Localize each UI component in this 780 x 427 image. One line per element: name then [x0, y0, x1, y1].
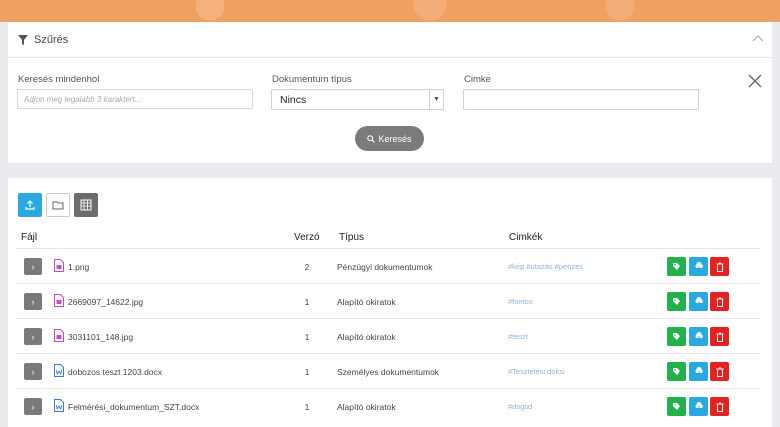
doctype-value: Nincs [280, 94, 307, 106]
trash-icon [716, 332, 723, 342]
tag-button[interactable] [667, 257, 686, 276]
tag-button[interactable] [667, 397, 686, 416]
tag-icon [673, 403, 680, 410]
table-row: › 3031101_148.jpg 1 Alapító okiratok #te… [8, 319, 772, 354]
file-version: 1 [304, 367, 310, 377]
cloud-download-icon [694, 402, 703, 411]
file-tags[interactable]: #teszt [508, 332, 528, 341]
cloud-download-icon [694, 332, 703, 341]
file-version: 1 [304, 402, 310, 412]
document-list: Fájl Verzó Típus Cimkék › 1.png 2 Pénzüg… [8, 178, 772, 427]
upload-icon [25, 200, 35, 210]
file-tags[interactable]: #kép #utazás #pénzes [508, 262, 583, 271]
tag-icon [673, 368, 680, 375]
tag-label: Cimke [464, 74, 491, 85]
top-banner [0, 0, 780, 22]
download-button[interactable] [689, 397, 708, 416]
search-button-label: Keresés [378, 133, 412, 144]
table-row: › Felmérési_dokumentum_SZT.docx 1 Alapít… [8, 389, 772, 424]
tag-icon [673, 263, 680, 270]
trash-icon [716, 262, 723, 272]
tag-input[interactable] [463, 89, 699, 110]
search-icon [367, 134, 376, 143]
search-input[interactable]: Adjon meg legalább 3 karaktert... [17, 89, 253, 109]
file-type: Alapító okiratok [337, 402, 396, 412]
file-name[interactable]: dobozos teszt 1203.docx [68, 367, 162, 377]
table-view-button[interactable] [74, 193, 98, 217]
file-version: 2 [304, 262, 310, 272]
folder-icon [52, 201, 64, 210]
delete-button[interactable] [710, 257, 729, 276]
file-type: Pénzügyi dokumentumok [337, 262, 433, 272]
doctype-select[interactable]: Nincs ▼ [271, 89, 444, 110]
delete-button[interactable] [710, 327, 729, 346]
table-row: › 2669097_14622.jpg 1 Alapító okiratok #… [8, 284, 772, 319]
trash-icon [716, 297, 723, 307]
file-version: 1 [304, 332, 310, 342]
image-file-icon [54, 259, 64, 272]
caret-down-icon: ▼ [429, 90, 443, 109]
file-type: Személyes dokumentumok [337, 367, 440, 377]
file-tags[interactable]: #dsgsd [508, 402, 532, 411]
expand-button[interactable]: › [24, 258, 42, 275]
download-button[interactable] [689, 292, 708, 311]
image-file-icon [54, 329, 64, 342]
file-type: Alapító okiratok [337, 332, 396, 342]
doctype-label: Dokumentum típus [272, 74, 352, 85]
word-file-icon [54, 364, 64, 377]
col-file[interactable]: Fájl [21, 232, 37, 243]
close-icon[interactable] [748, 74, 762, 88]
expand-button[interactable]: › [24, 363, 42, 380]
filter-panel: Szűrés Keresés mindenhol Adjon meg legal… [8, 22, 772, 163]
expand-button[interactable]: › [24, 398, 42, 415]
tag-button[interactable] [667, 292, 686, 311]
table-row: › 1.png 2 Pénzügyi dokumentumok #kép #ut… [8, 249, 772, 284]
tag-button[interactable] [667, 362, 686, 381]
file-type: Alapító okiratok [337, 297, 396, 307]
filter-header[interactable]: Szűrés [8, 22, 772, 58]
file-name[interactable]: 1.png [68, 262, 89, 272]
table-row: › dobozos teszt 1203.docx 1 Személyes do… [8, 354, 772, 389]
file-tags[interactable]: #fontos [508, 297, 533, 306]
file-name[interactable]: 2669097_14622.jpg [68, 297, 143, 307]
file-name[interactable]: 3031101_148.jpg [68, 332, 133, 342]
search-button[interactable]: Keresés [355, 126, 424, 151]
expand-button[interactable]: › [24, 293, 42, 310]
search-label: Keresés mindenhol [18, 74, 100, 85]
new-folder-button[interactable] [46, 193, 70, 217]
cloud-download-icon [694, 262, 703, 271]
file-version: 1 [304, 297, 310, 307]
file-tags[interactable]: #Tesztelési doksi [508, 367, 565, 376]
filter-icon [18, 34, 28, 45]
tag-icon [673, 298, 680, 305]
table-icon [80, 199, 92, 211]
trash-icon [716, 402, 723, 412]
tag-icon [673, 333, 680, 340]
image-file-icon [54, 294, 64, 307]
file-name[interactable]: Felmérési_dokumentum_SZT.docx [68, 402, 199, 412]
trash-icon [716, 367, 723, 377]
filter-title: Szűrés [34, 33, 69, 46]
download-button[interactable] [689, 362, 708, 381]
col-type[interactable]: Típus [339, 232, 364, 243]
delete-button[interactable] [710, 362, 729, 381]
col-tags[interactable]: Cimkék [509, 232, 542, 243]
delete-button[interactable] [710, 292, 729, 311]
word-file-icon [54, 399, 64, 412]
chevron-up-icon[interactable] [752, 34, 764, 44]
delete-button[interactable] [710, 397, 729, 416]
download-button[interactable] [689, 257, 708, 276]
expand-button[interactable]: › [24, 328, 42, 345]
download-button[interactable] [689, 327, 708, 346]
tag-button[interactable] [667, 327, 686, 346]
upload-button[interactable] [18, 193, 42, 217]
col-version[interactable]: Verzó [294, 232, 320, 243]
cloud-download-icon [694, 297, 703, 306]
cloud-download-icon [694, 367, 703, 376]
